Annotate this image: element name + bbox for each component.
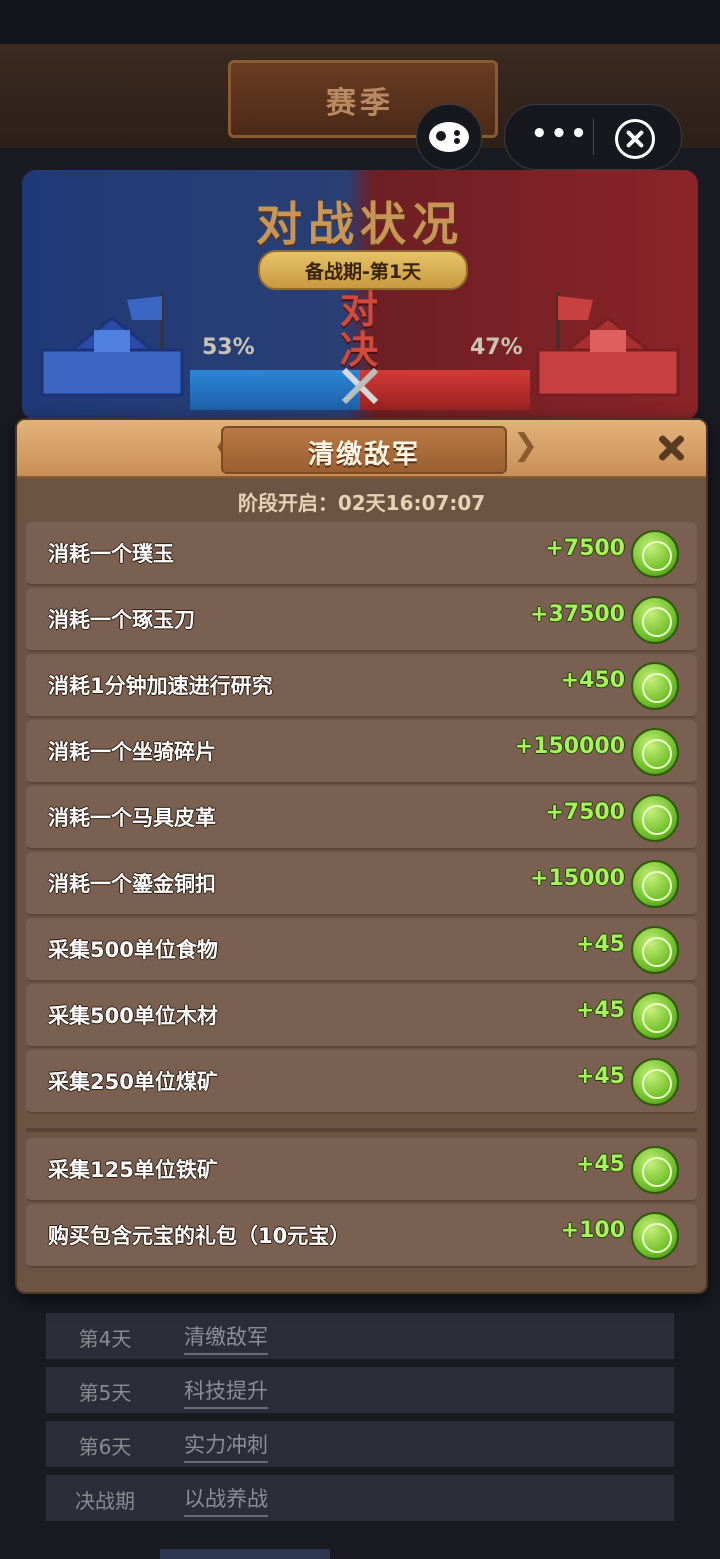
list-divider (26, 1128, 697, 1132)
game-controller-button[interactable] (416, 104, 482, 170)
dragon-coin-icon (631, 662, 679, 710)
coin-ring (642, 673, 672, 703)
task-label: 购买包含元宝的礼包（10元宝） (48, 1224, 351, 1248)
schedule-row: 第5天 科技提升 (46, 1367, 674, 1413)
battle-title: 对战状况 (256, 197, 464, 251)
task-label: 采集500单位食物 (48, 938, 218, 962)
schedule-task-link[interactable]: 清缴敌军 (184, 1321, 268, 1355)
coin-ring (642, 805, 672, 835)
schedule-row: 决战期 以战养战 (46, 1475, 674, 1521)
coin-ring (642, 1069, 672, 1099)
phase-timer: 阶段开启：02天16:07:07 (237, 491, 486, 515)
task-points: +450 (560, 668, 625, 693)
red-percent: 47% (470, 335, 523, 360)
red-castle-icon (536, 292, 680, 397)
task-dialog: ❮ 清缴敌军 ❯ 阶段开启：02天16:07:07 消耗一个璞玉+7500消耗一… (15, 418, 708, 1294)
task-row: 采集500单位食物 +45 (26, 918, 697, 982)
schedule-task-link[interactable]: 以战养战 (184, 1483, 268, 1517)
task-row: 消耗一个璞玉 +7500 (26, 522, 697, 586)
task-points: +45 (575, 1064, 625, 1089)
task-points: +45 (575, 932, 625, 957)
task-label: 采集500单位木材 (48, 1004, 218, 1028)
status-area (0, 0, 720, 44)
task-points: +45 (575, 998, 625, 1023)
dialog-title: 清缴敌军 (307, 440, 420, 470)
task-row: 消耗一个马具皮革 +7500 (26, 786, 697, 850)
dragon-coin-icon (631, 530, 679, 578)
coin-ring (642, 607, 672, 637)
task-points: +7500 (545, 800, 625, 825)
task-points: +150000 (514, 734, 625, 759)
coin-ring (642, 1223, 672, 1253)
blue-castle-icon (40, 292, 184, 397)
dragon-coin-icon (631, 1212, 679, 1260)
schedule-day: 第4天 (78, 1327, 132, 1351)
task-row: 消耗1分钟加速进行研究 +450 (26, 654, 697, 718)
coin-ring (642, 871, 672, 901)
dragon-coin-icon (631, 596, 679, 644)
task-label: 采集250单位煤矿 (48, 1070, 218, 1094)
task-row: 采集250单位煤矿 +45 (26, 1050, 697, 1114)
close-icon[interactable] (615, 119, 655, 159)
task-points: +100 (560, 1218, 625, 1243)
task-points: +37500 (530, 602, 625, 627)
task-label: 消耗一个璞玉 (48, 542, 174, 566)
blue-percent: 53% (202, 335, 255, 360)
task-label: 消耗一个琢玉刀 (48, 608, 195, 632)
coin-ring (642, 739, 672, 769)
schedule-day: 第6天 (78, 1435, 132, 1459)
task-label: 消耗一个坐骑碎片 (48, 740, 216, 764)
dragon-coin-icon (631, 728, 679, 776)
task-row: 消耗一个坐骑碎片 +150000 (26, 720, 697, 784)
dragon-coin-icon (631, 1058, 679, 1106)
ornament-right-icon: ❯ (513, 428, 539, 463)
schedule-task-link[interactable]: 实力冲刺 (184, 1429, 268, 1463)
red-progress-bar (360, 370, 530, 410)
capsule-divider (593, 119, 594, 155)
coin-ring (642, 541, 672, 571)
task-points: +15000 (530, 866, 625, 891)
schedule-task-link[interactable]: 科技提升 (184, 1375, 268, 1409)
task-label: 消耗1分钟加速进行研究 (48, 674, 273, 698)
coin-ring (642, 937, 672, 967)
schedule-row: 第6天 实力冲刺 (46, 1421, 674, 1467)
battle-status-panel: 对战状况 备战期-第1天 对 决 53% 47% (22, 170, 698, 420)
mini-program-capsule: ••• (504, 104, 682, 170)
task-row: 消耗一个鎏金铜扣 +15000 (26, 852, 697, 916)
dragon-coin-icon (631, 926, 679, 974)
coin-ring (642, 1157, 672, 1187)
schedule-row: 第4天 清缴敌军 (46, 1313, 674, 1359)
task-points: +7500 (545, 536, 625, 561)
game-controller-icon (429, 122, 469, 152)
task-row: 采集125单位铁矿 +45 (26, 1138, 697, 1202)
schedule-day: 第5天 (78, 1381, 132, 1405)
task-row: 采集500单位木材 +45 (26, 984, 697, 1048)
coin-ring (642, 1003, 672, 1033)
phase-badge: 备战期-第1天 (258, 250, 468, 290)
dragon-coin-icon (631, 860, 679, 908)
crossed-swords-icon (341, 367, 379, 405)
blue-progress-bar (190, 370, 360, 410)
vs-mark: 对 决 (339, 288, 378, 372)
task-row: 购买包含元宝的礼包（10元宝） +100 (26, 1204, 697, 1268)
task-label: 消耗一个马具皮革 (48, 806, 216, 830)
phase-label: 备战期-第1天 (304, 261, 422, 283)
task-label: 消耗一个鎏金铜扣 (48, 872, 216, 896)
task-label: 采集125单位铁矿 (48, 1158, 218, 1182)
task-points: +45 (575, 1152, 625, 1177)
bottom-indicator (160, 1549, 330, 1559)
close-icon[interactable] (653, 430, 689, 466)
dragon-coin-icon (631, 1146, 679, 1194)
more-icon[interactable]: ••• (531, 119, 590, 149)
dragon-coin-icon (631, 794, 679, 842)
schedule-day: 决战期 (75, 1489, 135, 1513)
dialog-header: ❮ 清缴敌军 ❯ (17, 420, 706, 478)
dragon-coin-icon (631, 992, 679, 1040)
dialog-title-plate: 清缴敌军 (221, 426, 507, 474)
task-row: 消耗一个琢玉刀 +37500 (26, 588, 697, 652)
